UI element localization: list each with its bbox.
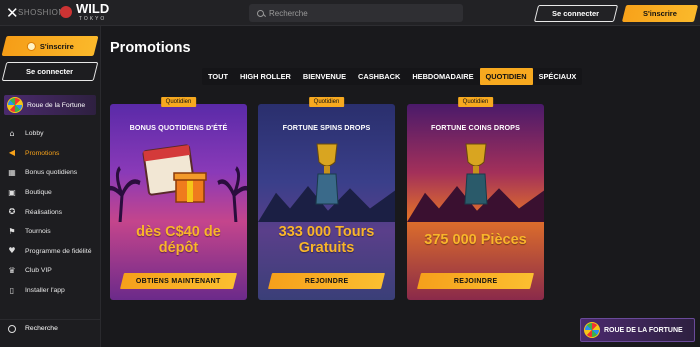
join-button[interactable]: REJOINDRE [417,273,534,289]
top-bar: ✕ SHOSHIONE WILDTOKYO Se connecter S'ins… [0,0,700,26]
sidebar-item-promotions[interactable]: ◀ Promotions [0,144,100,164]
megaphone-icon: ◀ [8,148,16,158]
card-tag: Quotidien [160,97,197,107]
sidebar-item-search[interactable]: Recherche [0,319,100,337]
card-value: 375 000 Pièces [424,232,527,248]
brand-name: WILD TOKYO [76,1,110,22]
crown-icon: ♛ [8,265,16,275]
card-tag: Quotidien [457,97,494,107]
signup-button[interactable]: S'inscrire [621,5,699,22]
fortune-wheel-icon [584,322,600,338]
trophy-hand-icon [315,143,339,205]
sidebar-nav: ⌂ Lobby ◀ Promotions ▦ Bonus quotidiens ▣ Bo… [0,124,100,300]
card-title: BONUS QUOTIDIENS D'ÉTÉ [129,123,228,132]
close-icon[interactable]: ✕ [6,4,19,22]
search-icon [257,9,264,17]
search-input[interactable] [269,8,449,18]
sidebar-connect-button[interactable]: Se connecter [1,62,99,81]
tab-high-roller[interactable]: HIGH ROLLER [234,68,297,85]
sidebar-item-lobby[interactable]: ⌂ Lobby [0,124,100,144]
sidebar-item-vip-club[interactable]: ♛ Club VIP [0,261,100,281]
tournament-icon: ⚑ [8,226,16,236]
search-bar[interactable] [249,4,463,22]
sidebar-item-shop[interactable]: ▣ Boutique [0,183,100,203]
join-button[interactable]: REJOINDRE [268,273,385,289]
wheel-of-fortune-float-button[interactable]: ROUE DE LA FORTUNE [580,318,695,342]
card-value: dès C$40 de dépôt [136,224,221,256]
loyalty-icon: ♥ [8,246,16,256]
promo-card-fortune-spins-drops[interactable]: Quotidien FORTUNE SPINS DROPS 333 000 To… [258,97,395,300]
sidebar-item-achievements[interactable]: ✪ Réalisations [0,202,100,222]
shop-icon: ▣ [8,187,16,197]
sidebar-item-tournaments[interactable]: ⚑ Tournois [0,222,100,242]
card-value: 333 000 Tours Gratuits [278,224,375,256]
sidebar: S'inscrire Se connecter Roue de la Fortu… [0,26,101,347]
fortune-wheel-icon [7,97,23,113]
tab-specials[interactable]: SPÉCIAUX [533,68,583,85]
sidebar-wheel-of-fortune[interactable]: Roue de la Fortune [4,95,96,115]
tab-cashback[interactable]: CASHBACK [352,68,406,85]
trophy-hand-icon [464,143,488,205]
trophy-icon: ✪ [8,207,16,217]
logo-badge-icon [60,6,72,18]
tab-all[interactable]: TOUT [202,68,234,85]
sidebar-item-loyalty[interactable]: ♥ Programme de fidélité [0,242,100,262]
main-content: Promotions TOUT HIGH ROLLER BIENVENUE CA… [101,26,700,347]
home-icon: ⌂ [9,128,15,138]
brand-logo[interactable]: ✕ SHOSHIONE WILD TOKYO [6,2,126,24]
sidebar-item-daily-bonus[interactable]: ▦ Bonus quotidiens [0,163,100,183]
promo-tabs: TOUT HIGH ROLLER BIENVENUE CASHBACK HEBD… [202,68,583,85]
get-now-button[interactable]: OBTIENS MAINTENANT [120,273,237,289]
tab-welcome[interactable]: BIENVENUE [297,68,352,85]
card-image: BONUS QUOTIDIENS D'ÉTÉ dès C$40 de dépôt [110,104,247,300]
card-title: FORTUNE SPINS DROPS [282,123,371,132]
tab-weekly[interactable]: HEBDOMADAIRE [406,68,479,85]
tab-daily[interactable]: QUOTIDIEN [479,68,533,85]
app-icon: ▯ [9,285,15,295]
calendar-gift-illustration [142,144,207,203]
card-image: FORTUNE SPINS DROPS 333 000 Tours Gratui… [258,104,395,300]
calendar-icon: ▦ [8,167,16,177]
search-icon [8,324,16,333]
sidebar-item-install-app[interactable]: ▯ Installer l'app [0,281,100,301]
page-title: Promotions [110,40,191,56]
card-image: FORTUNE COINS DROPS 375 000 Pièces [407,104,544,300]
sidebar-signup-button[interactable]: S'inscrire [1,36,99,56]
card-title: FORTUNE COINS DROPS [431,123,520,132]
connect-button[interactable]: Se connecter [533,5,619,22]
promo-card-daily-summer-bonus[interactable]: Quotidien BONUS QUOTIDIENS D'ÉTÉ dès C$4… [110,97,247,300]
card-tag: Quotidien [308,97,345,107]
coin-icon [26,41,36,51]
promo-card-fortune-coins-drops[interactable]: Quotidien FORTUNE COINS DROPS 375 000 Pi… [407,97,544,300]
